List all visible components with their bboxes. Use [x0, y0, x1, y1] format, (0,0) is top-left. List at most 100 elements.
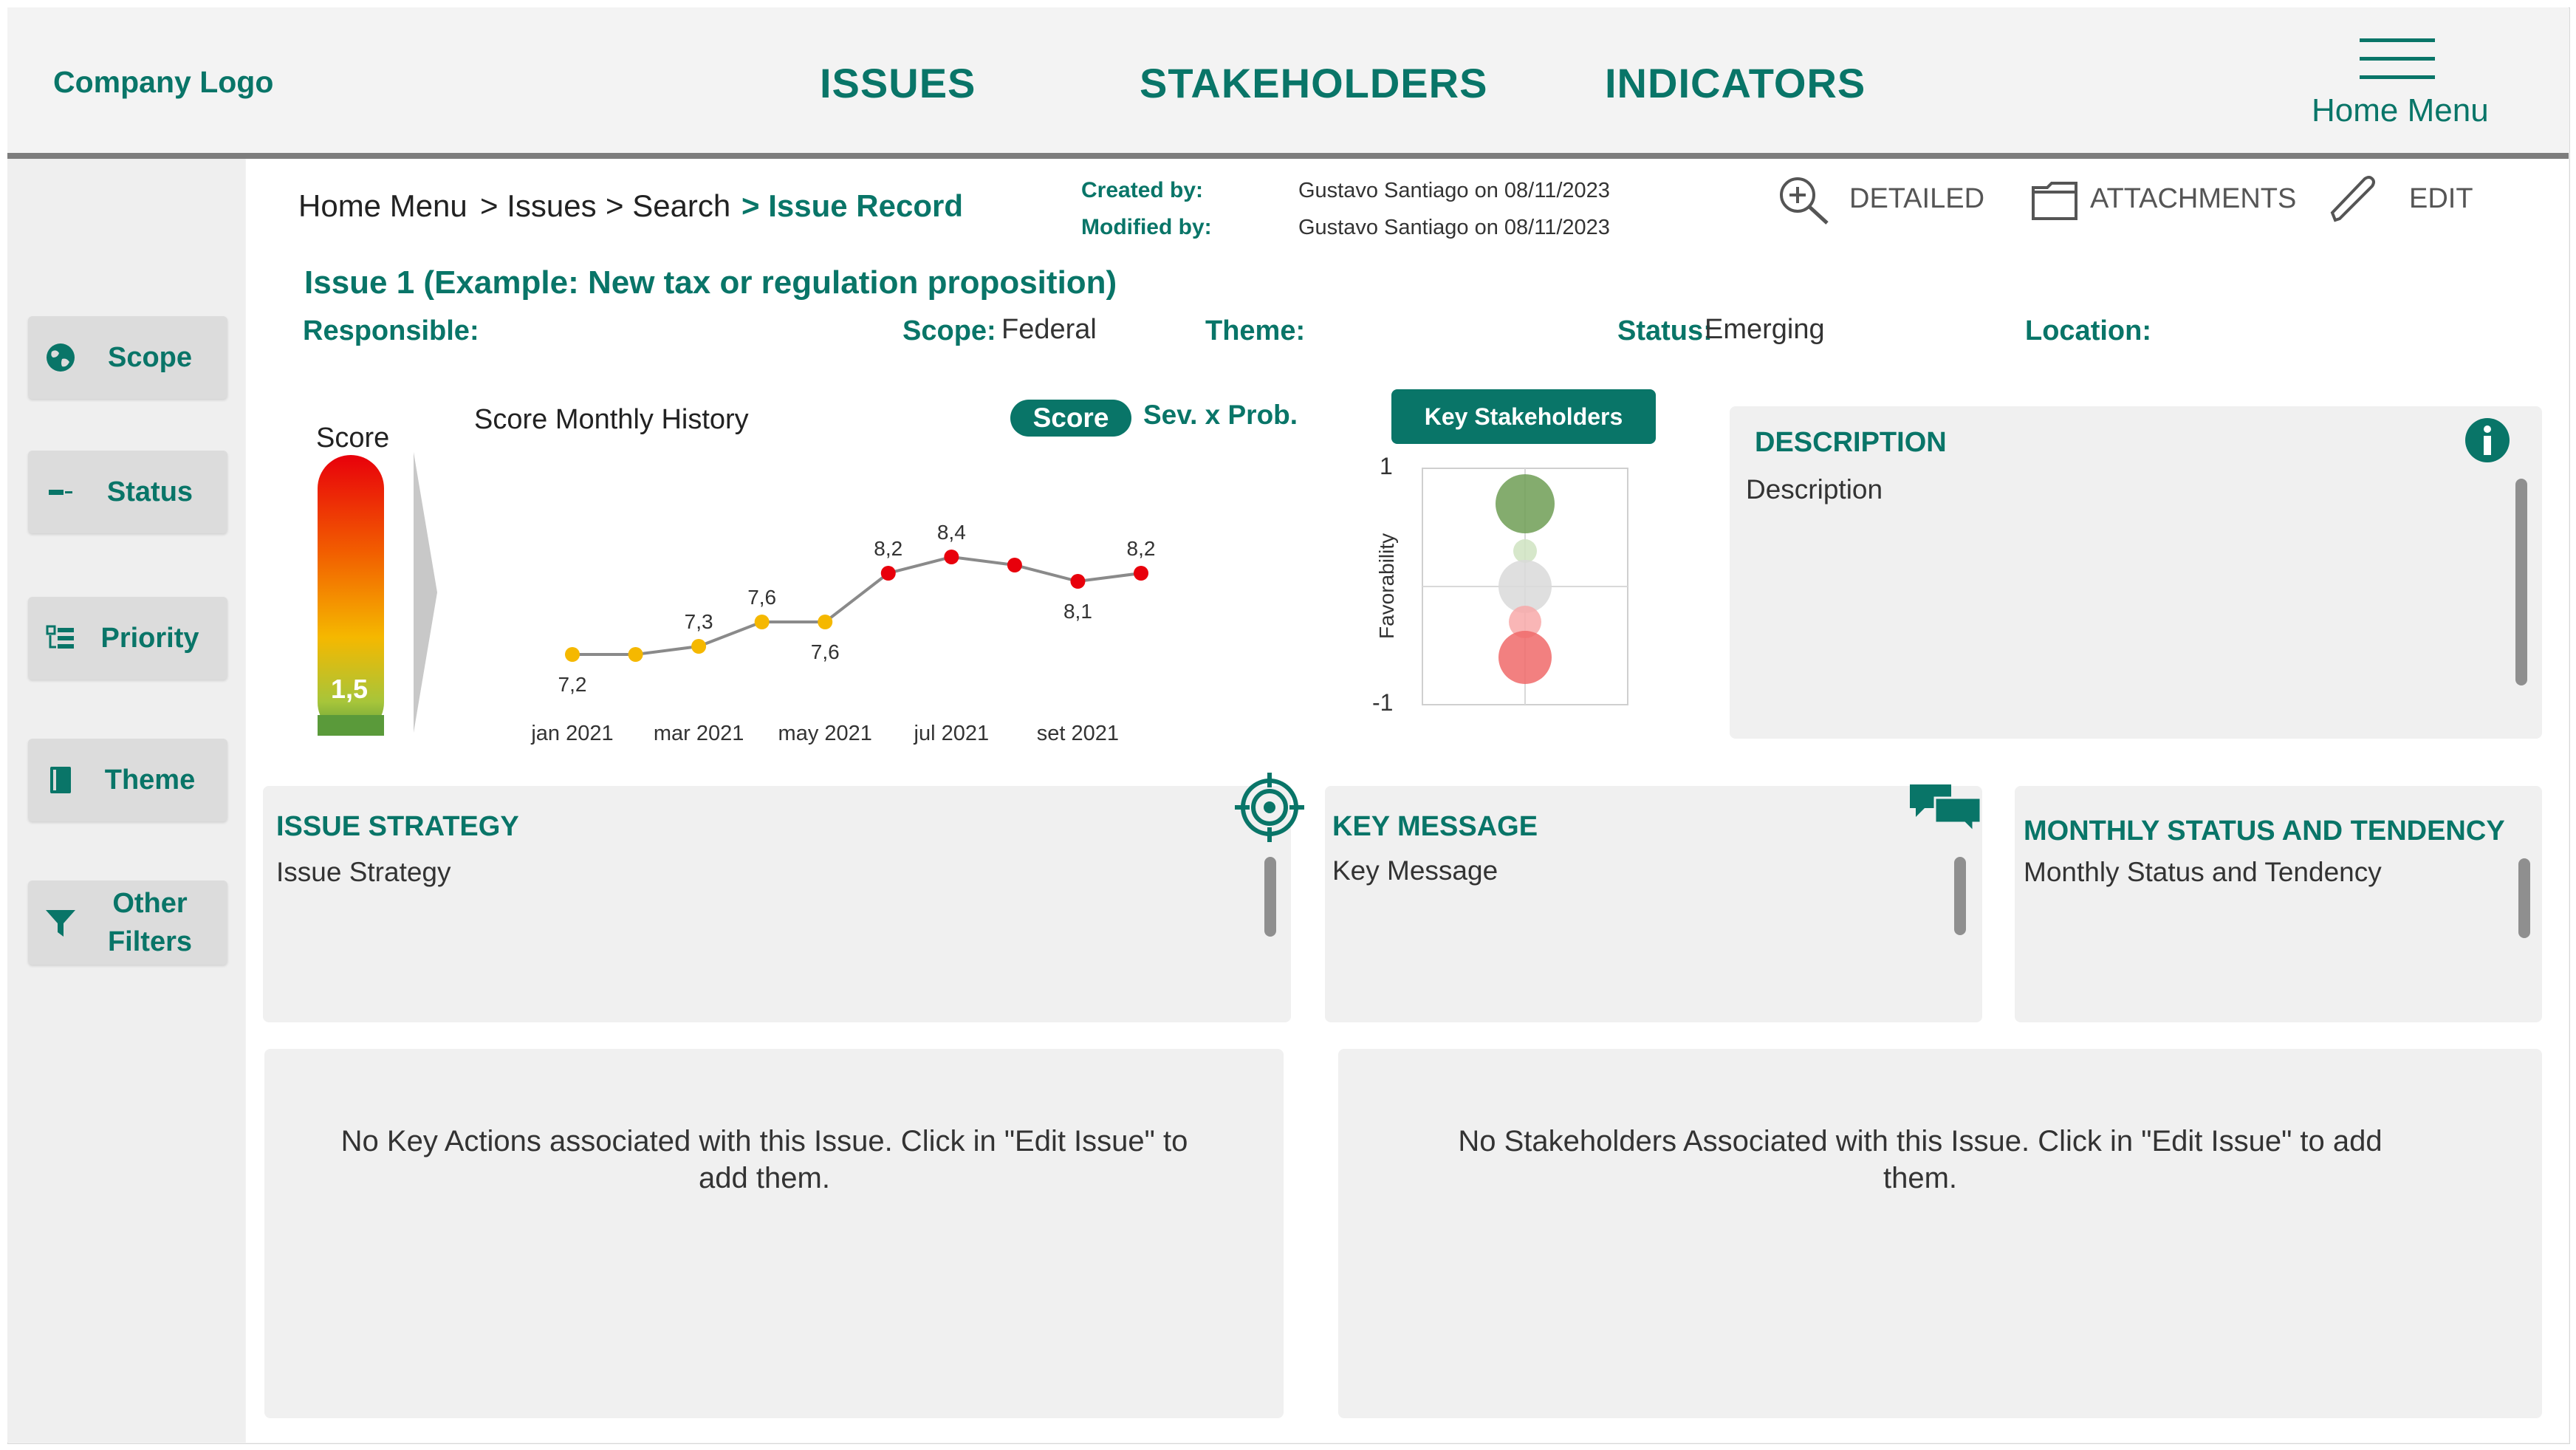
- gauge-label: Score: [316, 423, 390, 454]
- sidebar-item-label: Theme: [104, 765, 196, 796]
- edit-button[interactable]: EDIT: [2409, 183, 2473, 215]
- description-text: Description: [1746, 474, 1883, 505]
- monthly-status-scrollbar[interactable]: [2518, 858, 2530, 938]
- created-by-value: Gustavo Santiago on 08/11/2023: [1298, 179, 1610, 202]
- scope-label: Scope:: [902, 315, 996, 346]
- stakeholder-bubble[interactable]: [1513, 539, 1537, 563]
- score-data-label: 7,6: [811, 640, 840, 663]
- responsible-label: Responsible:: [303, 315, 479, 346]
- score-point[interactable]: [1007, 558, 1022, 572]
- home-menu-link[interactable]: Home Menu: [2312, 92, 2489, 129]
- favorability-axis-label: Favorability: [1375, 533, 1398, 639]
- filter-icon: [46, 910, 75, 937]
- score-point[interactable]: [628, 647, 643, 662]
- breadcrumb-home[interactable]: Home Menu: [298, 188, 467, 224]
- stakeholder-favorability-chart: [1422, 468, 1628, 705]
- gauge-fill: [318, 715, 384, 736]
- tab-issues[interactable]: ISSUES: [820, 59, 976, 107]
- issue-strategy-title: ISSUE STRATEGY: [276, 811, 519, 842]
- score-point[interactable]: [691, 639, 707, 654]
- company-logo[interactable]: Company Logo: [53, 65, 273, 100]
- x-tick-label: jul 2021: [914, 722, 990, 745]
- stakeholder-bubble[interactable]: [1498, 560, 1552, 613]
- hamburger-menu-icon[interactable]: [2360, 38, 2435, 81]
- score-point[interactable]: [818, 615, 833, 629]
- stakeholders-empty-message: No Stakeholders Associated with this Iss…: [1458, 1125, 2383, 1194]
- tab-stakeholders[interactable]: STAKEHOLDERS: [1140, 59, 1487, 107]
- x-tick-label: mar 2021: [654, 722, 744, 745]
- sidebar-item-status[interactable]: Status: [28, 451, 227, 533]
- x-tick-label: set 2021: [1037, 722, 1119, 745]
- key-actions-panel: [264, 1049, 1284, 1418]
- score-point[interactable]: [944, 550, 959, 564]
- score-data-label: 8,2: [1127, 537, 1156, 560]
- header-divider: [7, 153, 2569, 159]
- zoom-detail-icon[interactable]: [1777, 174, 1833, 226]
- globe-icon: [47, 343, 75, 372]
- stakeholder-bubble[interactable]: [1498, 631, 1552, 684]
- tab-indicators[interactable]: INDICATORS: [1605, 59, 1866, 107]
- score-history-chart: 7,2 7,3 7,6 7,6 8,2 8,4 8,1 8,2 jan 2021 mar 2021…: [530, 521, 1156, 745]
- created-by-label: Created by:: [1081, 178, 1204, 202]
- score-point[interactable]: [565, 647, 580, 662]
- key-stakeholders-button[interactable]: Key Stakeholders: [1391, 389, 1656, 444]
- info-icon[interactable]: [2464, 417, 2511, 464]
- modified-by-value: Gustavo Santiago on 08/11/2023: [1298, 216, 1610, 239]
- y-min-label: -1: [1372, 689, 1394, 716]
- score-series-line: [572, 555, 1142, 656]
- folder-icon[interactable]: [2031, 180, 2078, 222]
- sidebar-item-label: Scope: [107, 342, 193, 373]
- monthly-status-title: MONTHLY STATUS AND TENDENCY: [2024, 815, 2505, 847]
- pencil-icon[interactable]: [2326, 171, 2380, 225]
- status-value: Emerging: [1705, 314, 1825, 345]
- scope-value: Federal: [1001, 314, 1097, 345]
- description-title: DESCRIPTION: [1755, 427, 1947, 458]
- sidebar-item-label: Other Filters: [107, 888, 193, 957]
- breadcrumb-issues[interactable]: > Issues: [480, 188, 597, 224]
- detailed-button[interactable]: DETAILED: [1849, 183, 1984, 215]
- issue-strategy-text: Issue Strategy: [276, 857, 451, 887]
- target-icon: [1235, 773, 1304, 842]
- score-point[interactable]: [1134, 566, 1148, 581]
- breadcrumb-current: > Issue Record: [741, 188, 963, 223]
- key-message-text: Key Message: [1332, 855, 1498, 886]
- issue-title: Issue 1 (Example: New tax or regulation …: [304, 264, 1117, 301]
- book-icon: [50, 767, 71, 793]
- x-tick-label: may 2021: [778, 722, 872, 745]
- attachments-button[interactable]: ATTACHMENTS: [2090, 183, 2296, 215]
- sidebar-item-theme[interactable]: Theme: [28, 739, 227, 821]
- breadcrumb-search[interactable]: > Search: [606, 188, 730, 224]
- sidebar-item-scope[interactable]: Scope: [28, 316, 227, 399]
- score-toggle[interactable]: Score: [1010, 400, 1131, 437]
- score-point[interactable]: [1070, 574, 1086, 589]
- score-gauge: [318, 452, 437, 736]
- score-point[interactable]: [880, 566, 896, 581]
- key-actions-empty-message: No Key Actions associated with this Issu…: [340, 1125, 1188, 1194]
- score-data-label: 8,2: [874, 537, 902, 560]
- theme-label: Theme:: [1205, 315, 1306, 346]
- key-message-title: KEY MESSAGE: [1332, 811, 1538, 842]
- location-label: Location:: [2025, 315, 2151, 346]
- sidebar-item-priority[interactable]: Priority: [28, 597, 227, 680]
- monthly-status-text: Monthly Status and Tendency: [2024, 857, 2382, 887]
- score-data-label: 7,3: [685, 610, 713, 633]
- chat-bubbles-icon: [1910, 784, 1982, 835]
- sidebar-item-label: Status: [106, 476, 193, 507]
- history-title: Score Monthly History: [474, 404, 749, 435]
- score-data-label: 7,2: [558, 673, 587, 696]
- sev-prob-toggle[interactable]: Sev. x Prob.: [1143, 400, 1298, 431]
- key-message-scrollbar[interactable]: [1954, 857, 1966, 935]
- score-point[interactable]: [754, 615, 770, 629]
- modified-by-label: Modified by:: [1081, 215, 1212, 239]
- description-scrollbar[interactable]: [2515, 479, 2527, 685]
- stakeholders-panel: [1338, 1049, 2542, 1418]
- status-label: Status:: [1617, 315, 1713, 346]
- issue-strategy-scrollbar[interactable]: [1264, 857, 1276, 937]
- y-max-label: 1: [1380, 453, 1393, 479]
- stakeholder-bubble[interactable]: [1496, 474, 1555, 533]
- sidebar-item-other-filters[interactable]: Other Filters: [28, 880, 227, 965]
- sidebar-item-label: Priority: [100, 623, 199, 654]
- status-icon: [49, 490, 72, 495]
- priority-icon: [46, 625, 74, 649]
- score-data-label: 7,6: [747, 586, 776, 609]
